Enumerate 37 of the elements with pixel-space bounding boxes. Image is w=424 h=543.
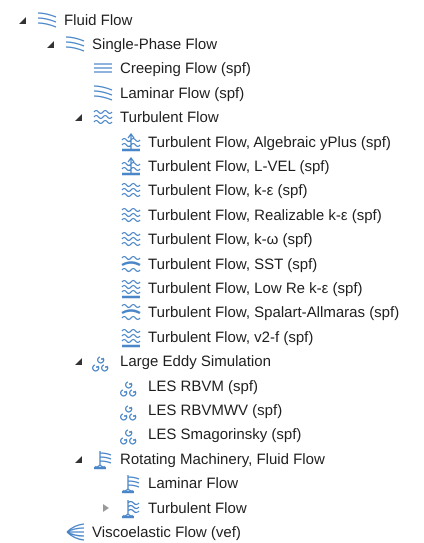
tree-item[interactable]: Turbulent Flow, Realizable k-ε (spf) xyxy=(148,206,382,224)
expand-toggle[interactable] xyxy=(18,16,26,24)
tree-item[interactable]: LES Smagorinsky (spf) xyxy=(148,426,302,444)
tree-item[interactable]: Viscoelastic Flow (vef) xyxy=(92,524,241,541)
tree-item[interactable]: Turbulent Flow, Algebraic yPlus (spf) xyxy=(148,134,391,151)
fan-lines-icon xyxy=(64,522,86,543)
waves-arrow-icon xyxy=(120,156,142,178)
tree-item[interactable]: Turbulent Flow, L-VEL (spf) xyxy=(148,158,330,176)
tree-item[interactable]: Large Eddy Simulation xyxy=(120,353,271,370)
waves-baseline-icon xyxy=(120,326,142,348)
expand-toggle[interactable] xyxy=(103,504,109,512)
tree-item[interactable]: Turbulent Flow, k-ω (spf) xyxy=(148,231,313,248)
rotor-waves-icon xyxy=(120,498,142,518)
expand-toggle[interactable] xyxy=(74,114,82,122)
waves-band-icon xyxy=(120,254,142,275)
expand-toggle[interactable] xyxy=(74,358,82,366)
tree-item[interactable]: Creeping Flow (spf) xyxy=(120,60,251,78)
waves-baseline-icon xyxy=(120,278,142,299)
tree-item[interactable]: Turbulent Flow, Low Re k-ε (spf) xyxy=(148,280,363,297)
tree-item[interactable]: Rotating Machinery, Fluid Flow xyxy=(120,450,325,468)
waves-arrow-icon xyxy=(120,132,142,153)
tree-item[interactable]: Fluid Flow xyxy=(64,12,132,29)
tree-item[interactable]: Turbulent Flow, Spalart-Allmaras (spf) xyxy=(148,304,400,322)
tree-item[interactable]: Single-Phase Flow xyxy=(92,36,218,54)
tree-item[interactable]: Turbulent Flow, v2-f (spf) xyxy=(148,328,314,346)
tree-item[interactable]: LES RBVMWV (spf) xyxy=(148,402,282,419)
tree-item[interactable]: Turbulent Flow, k-ε (spf) xyxy=(148,182,308,200)
tree-item[interactable]: Turbulent Flow xyxy=(148,500,247,516)
expand-toggle[interactable] xyxy=(74,456,82,463)
tree-item[interactable]: LES RBVM (spf) xyxy=(148,378,258,395)
rotor-lines-icon xyxy=(120,473,142,494)
tree-item[interactable]: Laminar Flow (spf) xyxy=(120,84,244,102)
tree-item[interactable]: Turbulent Flow xyxy=(120,109,219,126)
rotor-lines-icon xyxy=(92,448,114,470)
tree-item[interactable]: Turbulent Flow, SST (spf) xyxy=(148,256,318,273)
tree-item[interactable]: Laminar Flow xyxy=(148,475,238,492)
expand-toggle[interactable] xyxy=(46,41,54,48)
